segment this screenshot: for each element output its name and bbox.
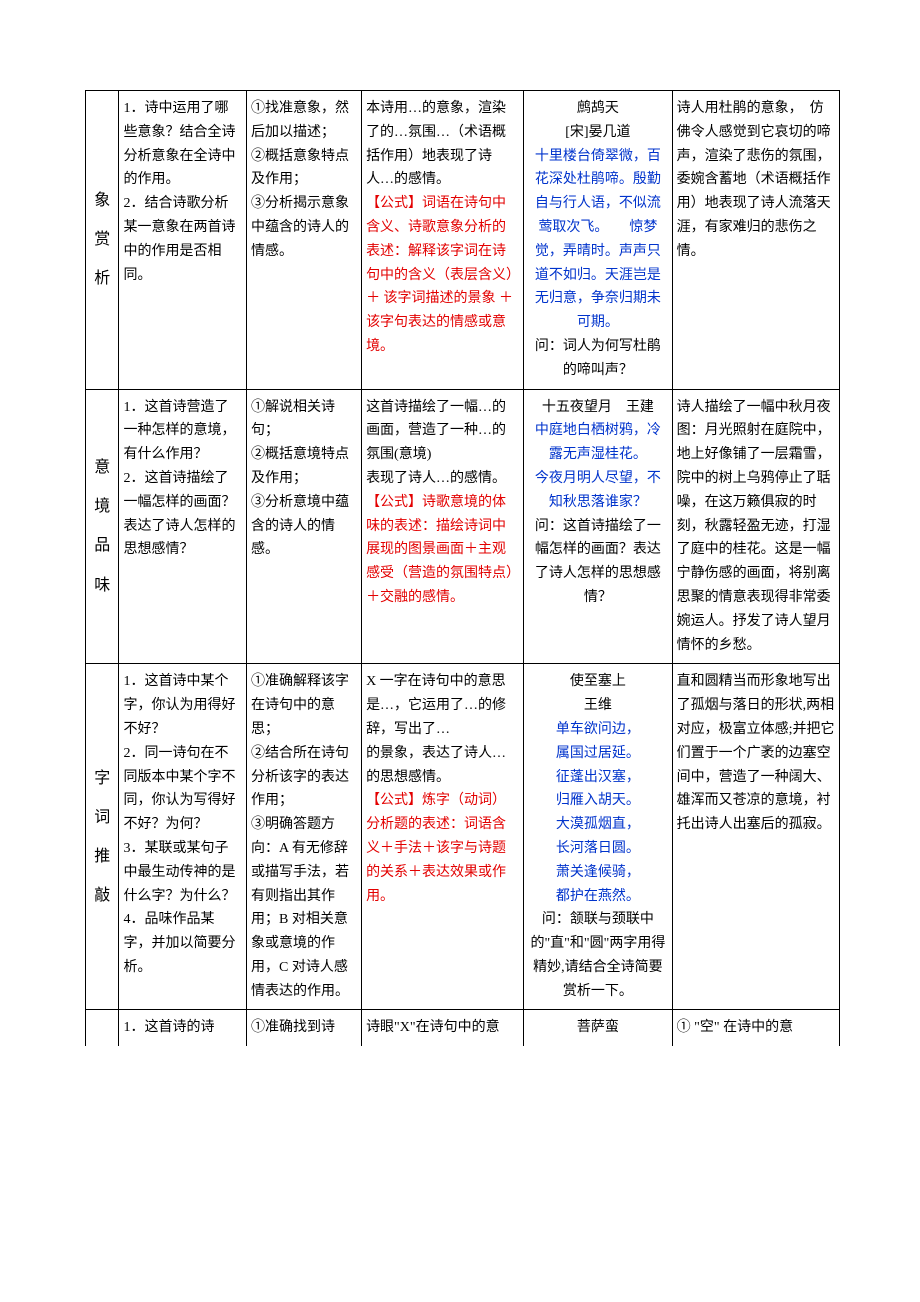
questions-cell: 1．这首诗中某个字，你认为用得好不好？2．同一诗句在不同版本中某个字不同，你认为… <box>119 664 247 1010</box>
row-title: 象赏析 <box>86 91 119 390</box>
formula-cell: X 一字在诗句中的意思是…，它运用了…的修辞，写出了…的景象，表达了诗人…的思想… <box>362 664 524 1010</box>
example-cell: 使至塞上王维单车欲问边，属国过居延。征蓬出汉塞，归雁入胡天。大漠孤烟直，长河落日… <box>524 664 672 1010</box>
formula-cell: 诗眼"X"在诗句中的意 <box>362 1010 524 1046</box>
row-title: 意境品味 <box>86 389 119 664</box>
questions-cell: 1．这首诗的诗 <box>119 1010 247 1046</box>
answer-cell: 诗人用杜鹃的意象， 仿佛令人感觉到它哀切的啼声，渲染了悲伤的氛围，委婉含蓄地（术… <box>672 91 839 390</box>
answer-cell: ① "空" 在诗中的意 <box>672 1010 839 1046</box>
example-cell: 十五夜望月 王建中庭地白栖树鸦，冷露无声湿桂花。今夜月明人尽望，不知秋思落谁家？… <box>524 389 672 664</box>
questions-cell: 1．这首诗营造了一种怎样的意境，有什么作用？2．这首诗描绘了一幅怎样的画面？表达… <box>119 389 247 664</box>
row-title <box>86 1010 119 1046</box>
analysis-table: 象赏析 1．诗中运用了哪些意象？结合全诗分析意象在全诗中的作用。2．结合诗歌分析… <box>85 90 840 1046</box>
questions-cell: 1．诗中运用了哪些意象？结合全诗分析意象在全诗中的作用。2．结合诗歌分析某一意象… <box>119 91 247 390</box>
answer-cell: 诗人描绘了一幅中秋月夜图：月光照射在庭院中，地上好像铺了一层霜雪，院中的树上乌鸦… <box>672 389 839 664</box>
answer-cell: 直和圆精当而形象地写出了孤烟与落日的形状,两相对应，极富立体感;并把它们置于一个… <box>672 664 839 1010</box>
formula-cell: 这首诗描绘了一幅…的画面，营造了一种…的氛围(意境)表现了诗人…的感情。【公式】… <box>362 389 524 664</box>
example-cell: 菩萨蛮 <box>524 1010 672 1046</box>
methods-cell: ①准确找到诗 <box>247 1010 362 1046</box>
methods-cell: ①找准意象，然后加以描述；②概括意象特点及作用；③分析揭示意象中蕴含的诗人的情感… <box>247 91 362 390</box>
formula-cell: 本诗用…的意象，渲染了的…氛围…（术语概括作用）地表现了诗人…的感情。【公式】词… <box>362 91 524 390</box>
methods-cell: ①解说相关诗句；②概括意境特点及作用；③分析意境中蕴含的诗人的情感。 <box>247 389 362 664</box>
methods-cell: ①准确解释该字在诗句中的意思；②结合所在诗句分析该字的表达作用；③明确答题方向：… <box>247 664 362 1010</box>
row-title: 字词推敲 <box>86 664 119 1010</box>
example-cell: 鹧鸪天[宋]晏几道十里楼台倚翠微，百花深处杜鹃啼。殷勤自与行人语，不似流莺取次飞… <box>524 91 672 390</box>
